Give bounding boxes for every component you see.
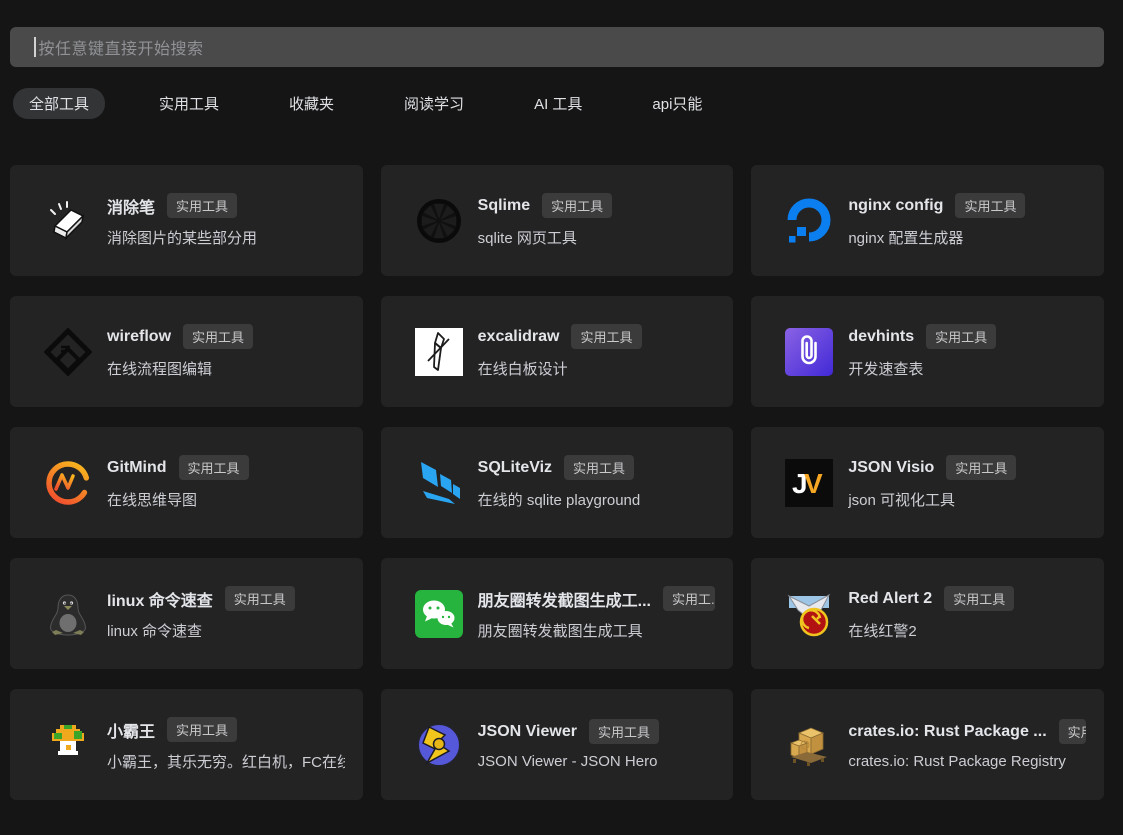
tool-card[interactable]: GitMind 实用工具 在线思维导图: [10, 427, 363, 538]
tab-5[interactable]: AI 工具: [518, 88, 598, 119]
tool-description: nginx 配置生成器: [848, 227, 1025, 248]
tool-category-badge: 实用工具: [571, 324, 641, 349]
tool-description: 在线白板设计: [478, 358, 642, 379]
tab-1[interactable]: 全部工具: [13, 88, 105, 119]
eraser-icon: [44, 197, 92, 245]
tab-label: 全部工具: [29, 96, 89, 113]
json-hero-bolt-icon: [415, 721, 463, 769]
tool-title: Sqlime: [478, 197, 530, 215]
tool-card[interactable]: wireflow 实用工具 在线流程图编辑: [10, 296, 363, 407]
tool-category-badge: 实用工具: [926, 324, 996, 349]
tab-label: 实用工具: [159, 96, 219, 113]
tab-bar: 全部工具 实用工具 收藏夹 阅读学习 AI 工具 api只能: [13, 88, 1123, 119]
wireflow-diamond-icon: [44, 328, 92, 376]
tool-category-badge: 实用工...: [663, 586, 715, 611]
tool-description: 在线的 sqlite playground: [478, 489, 641, 510]
tool-description: linux 命令速查: [107, 620, 295, 641]
tool-title: GitMind: [107, 459, 167, 477]
tool-category-badge: 实用工具: [946, 455, 1016, 480]
tool-card[interactable]: devhints 实用工具 开发速查表: [751, 296, 1104, 407]
tool-card[interactable]: excalidraw 实用工具 在线白板设计: [381, 296, 734, 407]
search-input[interactable]: 按任意键直接开始搜索: [10, 27, 1104, 67]
tool-category-badge: 实用工具: [183, 324, 253, 349]
tool-description: 小霸王，其乐无穷。红白机，FC在线...: [107, 751, 345, 772]
tool-description: sqlite 网页工具: [478, 227, 612, 248]
tool-card[interactable]: Red Alert 2 实用工具 在线红警2: [751, 558, 1104, 669]
tool-description: json 可视化工具: [848, 489, 1016, 510]
tab-2[interactable]: 实用工具: [143, 88, 235, 119]
text-caret: [34, 37, 36, 57]
tool-title: excalidraw: [478, 328, 560, 346]
svg-text:V: V: [804, 468, 823, 499]
digitalocean-icon: [785, 197, 833, 245]
tool-card[interactable]: 小霸王 实用工具 小霸王，其乐无穷。红白机，FC在线...: [10, 689, 363, 800]
tool-title: nginx config: [848, 197, 943, 215]
tool-grid: 消除笔 实用工具 消除图片的某些部分用 Sqlime 实用工具 sqlite 网…: [10, 165, 1104, 800]
wechat-icon: [415, 590, 463, 638]
tool-description: 在线红警2: [848, 620, 1014, 641]
tool-card[interactable]: SQLiteViz 实用工具 在线的 sqlite playground: [381, 427, 734, 538]
sqliteviz-feather-icon: [415, 459, 463, 507]
excalidraw-sword-icon: [415, 328, 463, 376]
gitmind-ring-icon: [44, 459, 92, 507]
tool-title: JSON Viewer: [478, 723, 577, 741]
tool-category-badge: 实用工具: [167, 193, 237, 218]
tab-label: 收藏夹: [289, 96, 334, 113]
tool-category-badge: 实用工具: [542, 193, 612, 218]
tool-category-badge: 实用...: [1059, 719, 1086, 744]
tool-card[interactable]: JV JSON Visio 实用工具 json 可视化工具: [751, 427, 1104, 538]
tool-card[interactable]: crates.io: Rust Package ... 实用... crates…: [751, 689, 1104, 800]
tool-description: JSON Viewer - JSON Hero: [478, 753, 659, 770]
tool-card[interactable]: Sqlime 实用工具 sqlite 网页工具: [381, 165, 734, 276]
tool-title: JSON Visio: [848, 459, 934, 477]
tool-title: devhints: [848, 328, 914, 346]
tool-title: 朋友圈转发截图生成工...: [478, 587, 651, 611]
tool-description: crates.io: Rust Package Registry: [848, 753, 1086, 770]
tool-category-badge: 实用工具: [589, 719, 659, 744]
search-placeholder: 按任意键直接开始搜索: [39, 35, 204, 59]
paperclip-icon: [785, 328, 833, 376]
linux-tux-icon: [44, 590, 92, 638]
tool-title: linux 命令速查: [107, 587, 213, 611]
tool-category-badge: 实用工具: [179, 455, 249, 480]
tool-description: 在线流程图编辑: [107, 358, 253, 379]
tool-title: wireflow: [107, 328, 171, 346]
tool-card[interactable]: JSON Viewer 实用工具 JSON Viewer - JSON Hero: [381, 689, 734, 800]
tool-card[interactable]: nginx config 实用工具 nginx 配置生成器: [751, 165, 1104, 276]
tool-description: 朋友圈转发截图生成工具: [478, 620, 716, 641]
tool-description: 消除图片的某些部分用: [107, 227, 257, 248]
tool-title: 消除笔: [107, 194, 155, 218]
tool-category-badge: 实用工具: [167, 717, 237, 742]
tab-6[interactable]: api只能: [636, 88, 718, 119]
tool-card[interactable]: 消除笔 实用工具 消除图片的某些部分用: [10, 165, 363, 276]
tool-category-badge: 实用工具: [225, 586, 295, 611]
tool-card[interactable]: linux 命令速查 实用工具 linux 命令速查: [10, 558, 363, 669]
tool-description: 在线思维导图: [107, 489, 249, 510]
tool-title: SQLiteViz: [478, 459, 552, 477]
tool-category-badge: 实用工具: [955, 193, 1025, 218]
tab-label: api只能: [652, 96, 702, 113]
tab-label: AI 工具: [534, 96, 582, 113]
tool-category-badge: 实用工具: [564, 455, 634, 480]
tool-title: crates.io: Rust Package ...: [848, 723, 1046, 741]
red-alert-emblem-icon: [785, 590, 833, 638]
pixel-mushroom-icon: [44, 721, 92, 769]
tool-title: 小霸王: [107, 718, 155, 742]
tab-3[interactable]: 收藏夹: [273, 88, 350, 119]
tool-category-badge: 实用工具: [944, 586, 1014, 611]
tab-4[interactable]: 阅读学习: [388, 88, 480, 119]
tab-label: 阅读学习: [404, 96, 464, 113]
tool-description: 开发速查表: [848, 358, 996, 379]
tool-title: Red Alert 2: [848, 590, 932, 608]
cargo-crates-icon: [785, 721, 833, 769]
tool-card[interactable]: 朋友圈转发截图生成工... 实用工... 朋友圈转发截图生成工具: [381, 558, 734, 669]
jv-monogram-icon: JV: [785, 459, 833, 507]
lime-slice-icon: [415, 197, 463, 245]
